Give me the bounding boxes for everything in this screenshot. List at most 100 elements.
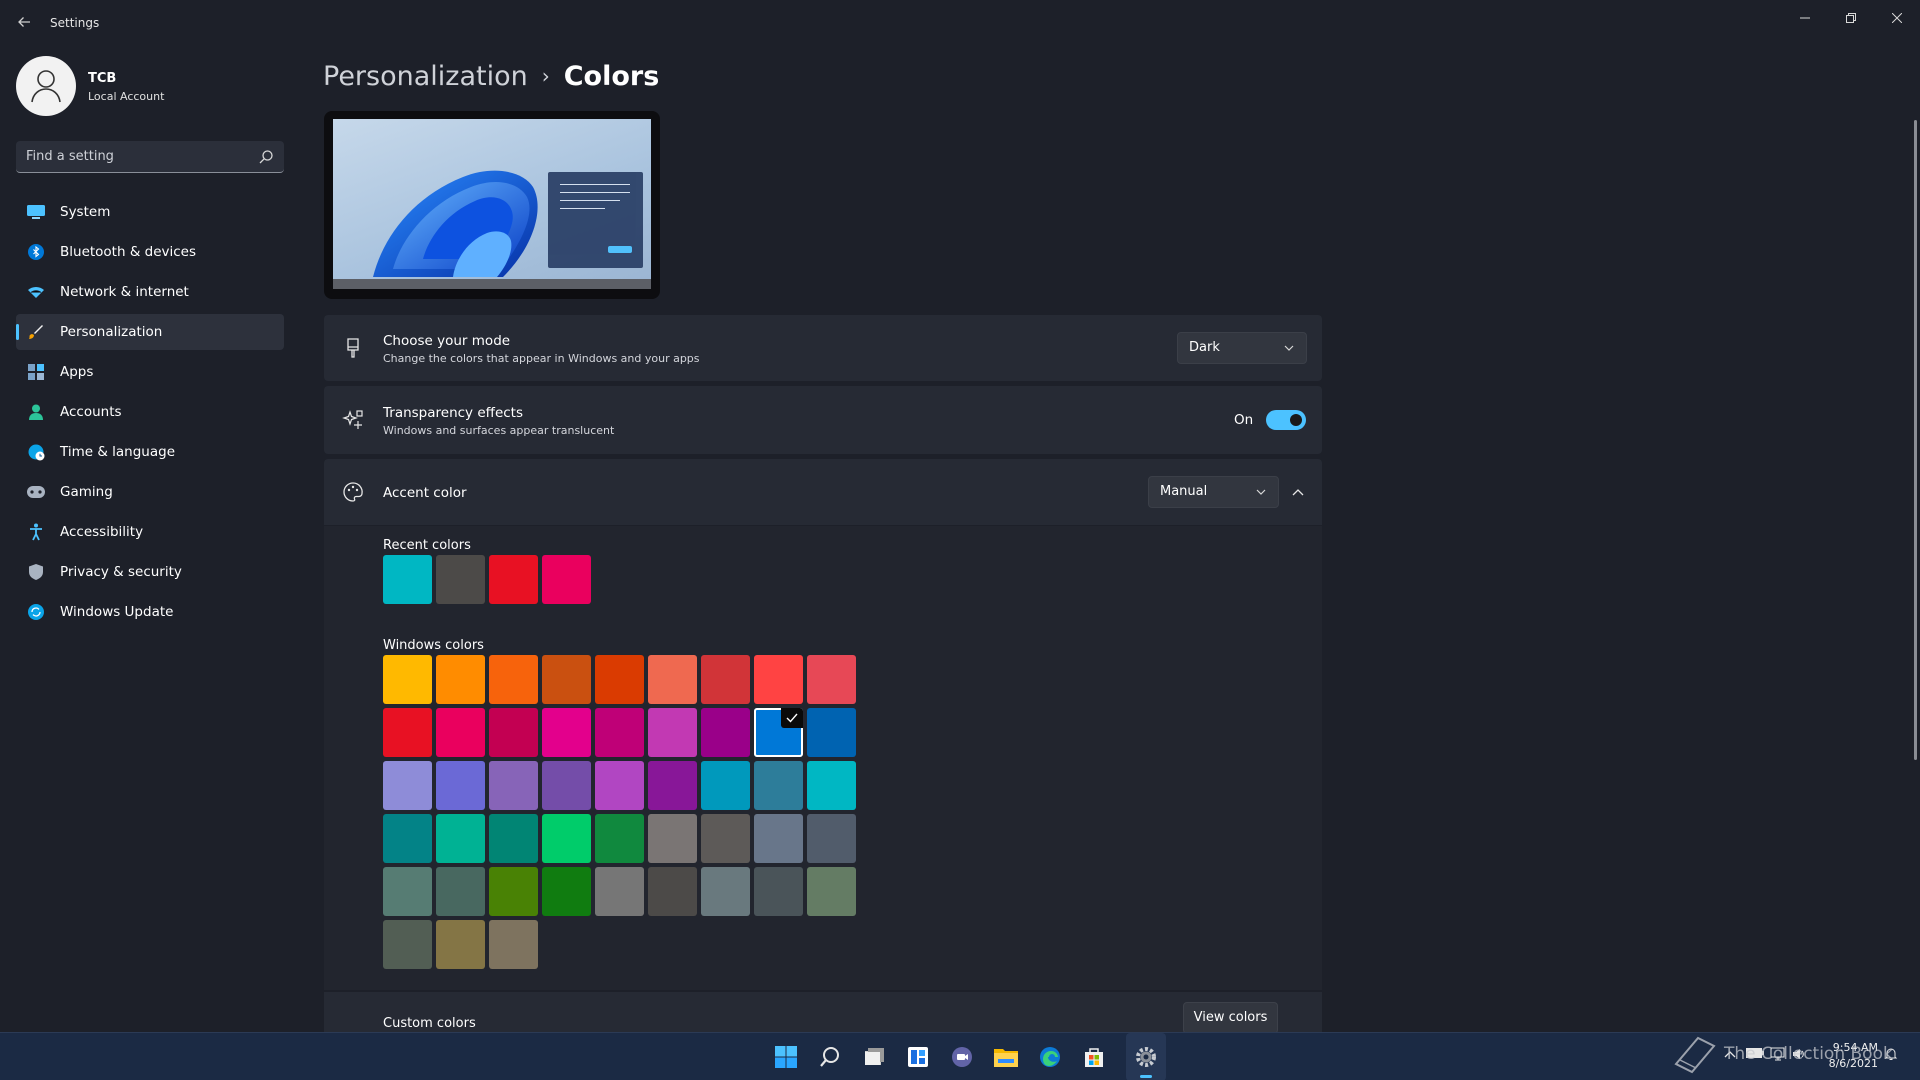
edge-icon[interactable] bbox=[1035, 1042, 1065, 1072]
monitor-icon bbox=[26, 202, 46, 222]
sidebar-item-system[interactable]: System bbox=[16, 194, 284, 230]
sidebar-item-label: Windows Update bbox=[60, 604, 174, 620]
sidebar-item-accounts[interactable]: Accounts bbox=[16, 394, 284, 430]
shield-icon bbox=[26, 562, 46, 582]
windows-color-swatch[interactable] bbox=[701, 655, 750, 704]
windows-color-swatch[interactable] bbox=[754, 814, 803, 863]
windows-color-swatch[interactable] bbox=[542, 708, 591, 757]
windows-color-swatch[interactable] bbox=[436, 761, 485, 810]
windows-color-swatch[interactable] bbox=[595, 867, 644, 916]
store-icon[interactable] bbox=[1079, 1042, 1109, 1072]
windows-color-swatch[interactable] bbox=[383, 867, 432, 916]
windows-start-icon[interactable] bbox=[771, 1042, 801, 1072]
windows-color-swatch[interactable] bbox=[701, 708, 750, 757]
sidebar-item-apps[interactable]: Apps bbox=[16, 354, 284, 390]
windows-color-swatch[interactable] bbox=[489, 761, 538, 810]
windows-color-swatch[interactable] bbox=[436, 655, 485, 704]
windows-color-swatch[interactable] bbox=[595, 761, 644, 810]
chevron-down-icon bbox=[1256, 489, 1266, 495]
windows-color-swatch[interactable] bbox=[754, 867, 803, 916]
windows-color-swatch[interactable] bbox=[383, 814, 432, 863]
windows-color-swatch[interactable] bbox=[701, 761, 750, 810]
task-view-icon[interactable] bbox=[859, 1042, 889, 1072]
user-profile[interactable]: TCB Local Account bbox=[16, 56, 278, 120]
windows-color-swatch[interactable] bbox=[807, 761, 856, 810]
windows-color-swatch[interactable] bbox=[489, 920, 538, 969]
windows-color-swatch[interactable] bbox=[807, 708, 856, 757]
windows-color-swatch[interactable] bbox=[648, 708, 697, 757]
accent-color-title: Accent color bbox=[383, 485, 467, 501]
recent-color-swatch[interactable] bbox=[383, 555, 432, 604]
windows-color-swatch[interactable] bbox=[807, 814, 856, 863]
sidebar-item-accessibility[interactable]: Accessibility bbox=[16, 514, 284, 550]
scrollbar[interactable] bbox=[1914, 120, 1917, 760]
preview-wallpaper bbox=[333, 119, 651, 279]
sidebar-item-label: Personalization bbox=[60, 324, 163, 340]
windows-color-swatch[interactable] bbox=[542, 814, 591, 863]
sidebar-item-windows-update[interactable]: Windows Update bbox=[16, 594, 284, 630]
breadcrumb-parent[interactable]: Personalization bbox=[323, 61, 528, 92]
windows-color-swatch[interactable] bbox=[436, 708, 485, 757]
restore-button[interactable] bbox=[1828, 4, 1874, 34]
accent-color-dropdown[interactable]: Manual bbox=[1148, 476, 1279, 508]
windows-color-swatch[interactable] bbox=[648, 655, 697, 704]
sidebar-item-bluetooth[interactable]: Bluetooth & devices bbox=[16, 234, 284, 270]
sidebar-item-gaming[interactable]: Gaming bbox=[16, 474, 284, 510]
windows-color-swatch[interactable] bbox=[754, 708, 803, 757]
windows-color-swatch[interactable] bbox=[489, 655, 538, 704]
file-explorer-icon[interactable] bbox=[991, 1042, 1021, 1072]
windows-color-swatch[interactable] bbox=[595, 655, 644, 704]
windows-color-swatch[interactable] bbox=[489, 867, 538, 916]
transparency-toggle[interactable] bbox=[1266, 410, 1306, 430]
apps-icon bbox=[26, 362, 46, 382]
settings-icon[interactable] bbox=[1131, 1042, 1161, 1072]
sidebar-item-network[interactable]: Network & internet bbox=[16, 274, 284, 310]
sidebar-item-label: Time & language bbox=[60, 444, 176, 460]
chevron-down-icon bbox=[1284, 345, 1294, 351]
chat-icon[interactable] bbox=[947, 1042, 977, 1072]
windows-color-swatch[interactable] bbox=[648, 761, 697, 810]
chevron-up-icon bbox=[1292, 489, 1304, 496]
windows-color-swatch[interactable] bbox=[383, 655, 432, 704]
search-input[interactable] bbox=[26, 141, 246, 172]
windows-color-swatch[interactable] bbox=[383, 920, 432, 969]
windows-color-swatch[interactable] bbox=[383, 761, 432, 810]
windows-color-swatch[interactable] bbox=[807, 655, 856, 704]
windows-color-swatch[interactable] bbox=[648, 814, 697, 863]
widgets-icon[interactable] bbox=[903, 1042, 933, 1072]
windows-color-swatch[interactable] bbox=[436, 920, 485, 969]
windows-color-swatch[interactable] bbox=[542, 867, 591, 916]
windows-color-swatch[interactable] bbox=[436, 867, 485, 916]
search-icon[interactable] bbox=[258, 149, 274, 165]
recent-color-swatch[interactable] bbox=[436, 555, 485, 604]
windows-color-swatch[interactable] bbox=[701, 867, 750, 916]
windows-color-swatch[interactable] bbox=[542, 655, 591, 704]
close-button[interactable] bbox=[1874, 4, 1920, 34]
minimize-button[interactable] bbox=[1782, 4, 1828, 34]
windows-color-swatch[interactable] bbox=[542, 761, 591, 810]
sidebar-nav: System Bluetooth & devices Network & int… bbox=[16, 194, 284, 634]
preview-taskbar bbox=[333, 279, 651, 289]
sidebar-item-time-language[interactable]: Time & language bbox=[16, 434, 284, 470]
windows-color-swatch[interactable] bbox=[807, 867, 856, 916]
windows-color-swatch[interactable] bbox=[489, 708, 538, 757]
search-icon[interactable] bbox=[815, 1042, 845, 1072]
search-box[interactable] bbox=[16, 141, 284, 173]
windows-color-swatch[interactable] bbox=[489, 814, 538, 863]
windows-color-swatch[interactable] bbox=[595, 814, 644, 863]
back-button[interactable] bbox=[12, 12, 36, 36]
windows-color-swatch[interactable] bbox=[595, 708, 644, 757]
sidebar-item-privacy-security[interactable]: Privacy & security bbox=[16, 554, 284, 590]
recent-color-swatch[interactable] bbox=[489, 555, 538, 604]
sidebar-item-personalization[interactable]: Personalization bbox=[16, 314, 284, 350]
recent-color-swatch[interactable] bbox=[542, 555, 591, 604]
mode-dropdown[interactable]: Dark bbox=[1177, 332, 1307, 364]
windows-color-swatch[interactable] bbox=[648, 867, 697, 916]
windows-color-swatch[interactable] bbox=[754, 655, 803, 704]
windows-color-swatch[interactable] bbox=[701, 814, 750, 863]
windows-color-swatch[interactable] bbox=[754, 761, 803, 810]
windows-color-swatch[interactable] bbox=[436, 814, 485, 863]
view-colors-button[interactable]: View colors bbox=[1183, 1002, 1278, 1034]
windows-color-swatch[interactable] bbox=[383, 708, 432, 757]
accent-collapse-button[interactable] bbox=[1282, 476, 1314, 508]
